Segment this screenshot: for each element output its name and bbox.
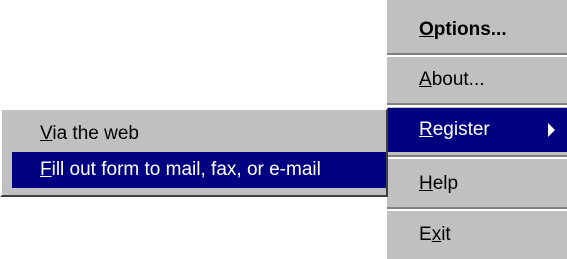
context-menu: Options... About... Register Help Exit (385, 0, 567, 259)
menu-item-help-label: elp (432, 173, 459, 194)
menu-item-exit[interactable]: Exit (387, 213, 567, 257)
menu-item-options-mnemonic: O (419, 19, 434, 40)
menu-item-register-mnemonic: R (419, 119, 433, 140)
submenu-item-via-web-label: ia the web (52, 123, 139, 144)
menu-item-exit-prefix: E (419, 224, 432, 245)
menu-separator (387, 207, 567, 211)
menu-item-about-label: bout... (431, 69, 485, 90)
menu-item-about[interactable]: About... (387, 58, 567, 102)
menu-item-help-mnemonic: H (419, 173, 433, 194)
menu-item-options[interactable]: Options... (387, 8, 567, 52)
submenu-item-fill-out-form[interactable]: Fill out form to mail, fax, or e-mail (12, 152, 386, 188)
submenu-item-via-web[interactable]: Via the web (12, 116, 386, 152)
register-submenu: Via the web Fill out form to mail, fax, … (0, 108, 388, 197)
menu-separator (387, 155, 567, 159)
triangle-right-icon (548, 123, 555, 137)
menu-separator (387, 103, 567, 107)
menu-item-options-label: ptions... (433, 19, 507, 40)
menu-item-exit-mnemonic: x (431, 224, 442, 245)
menu-item-help[interactable]: Help (387, 162, 567, 206)
menu-separator (387, 53, 567, 57)
menu-item-exit-label: it (441, 224, 451, 245)
submenu-item-fill-out-form-label: ill out form to mail, fax, or e-mail (51, 159, 321, 180)
menu-item-about-mnemonic: A (419, 69, 432, 90)
menu-item-register-label: egister (432, 119, 490, 140)
menu-item-register[interactable]: Register (387, 108, 567, 152)
submenu-item-fill-out-form-mnemonic: F (40, 159, 52, 180)
submenu-item-via-web-mnemonic: V (40, 123, 53, 144)
